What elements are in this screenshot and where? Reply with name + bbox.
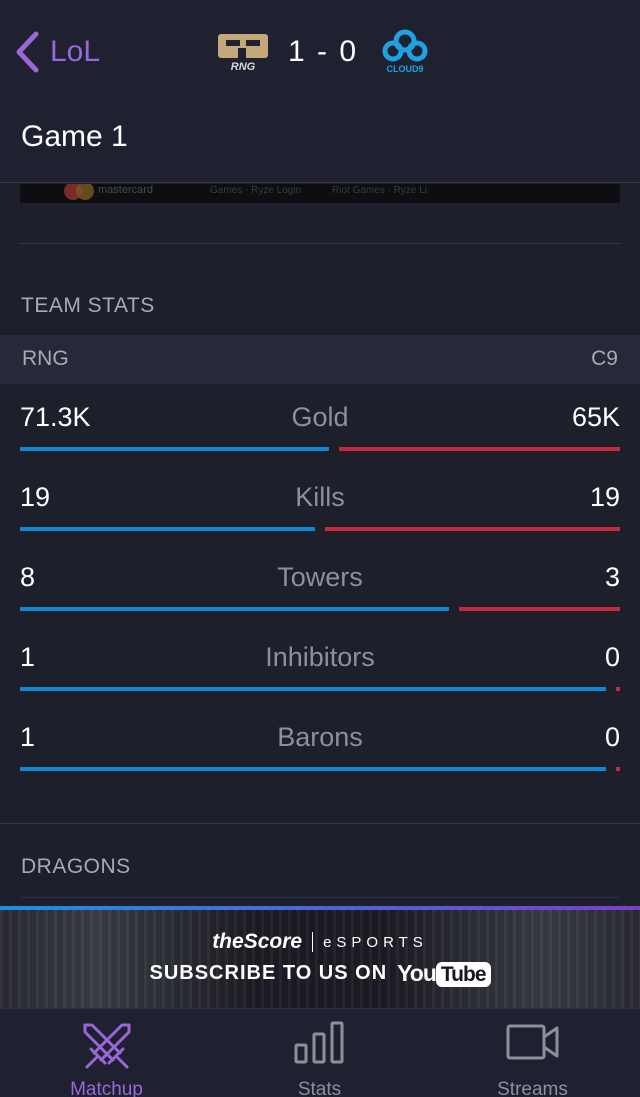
stat-label: Kills — [295, 482, 345, 512]
stat-right-value: 3 — [604, 562, 620, 592]
youtube-logo: You Tube — [397, 960, 491, 987]
stat-bar-left — [20, 447, 329, 451]
divider — [20, 897, 620, 898]
stat-bar-right — [325, 527, 620, 531]
ad-snippet-1: Games - Ryze Login — [210, 185, 302, 196]
chevron-left-icon — [16, 31, 39, 73]
back-label: LoL — [50, 35, 101, 68]
bottom-tab-bar: Matchup Stats Streams — [0, 1008, 640, 1097]
stat-bar-right — [616, 687, 620, 691]
tab-stats-label: Stats — [297, 1079, 342, 1097]
tab-matchup[interactable]: Matchup — [0, 1009, 213, 1097]
svg-text:RNG: RNG — [231, 61, 256, 72]
ad-strip[interactable]: mastercard Games - Ryze Login Riot Games… — [20, 184, 620, 203]
tab-stats[interactable]: Stats — [213, 1009, 426, 1097]
stat-label: Gold — [291, 402, 349, 432]
ad-brand-text: mastercard — [98, 184, 154, 196]
team-right-name: C9 — [591, 347, 618, 370]
stat-bar-left — [20, 607, 449, 611]
subscribe-text: SUBSCRIBE TO US ON — [149, 962, 388, 984]
banner-brand: theScore eSPORTS — [0, 930, 640, 954]
stat-bar-right — [616, 767, 620, 771]
mastercard-orange-circle-icon — [76, 184, 94, 200]
brand-separator — [312, 932, 314, 952]
esports-label: eSPORTS — [323, 933, 428, 951]
tab-streams[interactable]: Streams — [426, 1009, 639, 1097]
tab-matchup-label: Matchup — [70, 1079, 143, 1097]
stat-bar-left — [20, 687, 606, 691]
divider — [20, 243, 620, 244]
stat-label: Inhibitors — [265, 642, 375, 672]
ad-snippet-2: Riot Games - Ryze Li — [332, 185, 428, 196]
team-left-name: RNG — [22, 347, 69, 370]
stat-label: Towers — [277, 562, 363, 592]
subscribe-banner[interactable]: theScore eSPORTS SUBSCRIBE TO US ON You T… — [0, 906, 640, 1008]
cloud9-logo-icon[interactable]: CLOUD9 — [380, 29, 430, 75]
rng-logo-icon[interactable]: RNG — [216, 32, 270, 72]
stat-bar-left — [20, 767, 606, 771]
stat-right-value: 19 — [589, 482, 620, 512]
stat-row-towers: 8 Towers 3 — [0, 544, 640, 624]
stat-row-kills: 19 Kills 19 — [0, 464, 640, 544]
divider — [0, 823, 640, 824]
stat-right-value: 0 — [604, 642, 620, 672]
stat-bar-right — [459, 607, 620, 611]
stat-row-barons: 1 Barons 0 — [0, 704, 640, 784]
banner-background-image — [0, 910, 640, 1008]
match-score: RNG 1 - 0 CLOUD9 — [216, 26, 430, 78]
score-text: 1 - 0 — [288, 35, 359, 68]
banner-accent-stripe — [0, 906, 640, 910]
bar-chart-icon — [294, 1021, 343, 1064]
team-stats-heading: TEAM STATS — [21, 294, 155, 317]
tab-streams-label: Streams — [497, 1079, 568, 1097]
header-bar: LoL RNG 1 - 0 CLOUD9 Game 1 — [0, 0, 640, 183]
svg-text:CLOUD9: CLOUD9 — [387, 64, 424, 74]
thescore-logo: theScore — [212, 930, 303, 953]
stat-right-value: 0 — [604, 722, 620, 752]
video-camera-icon — [506, 1024, 558, 1060]
youtube-tube-text: Tube — [435, 962, 491, 987]
subscribe-line: SUBSCRIBE TO US ON You Tube — [0, 960, 640, 987]
youtube-you-text: You — [397, 960, 437, 986]
team-names-row: RNG C9 — [0, 335, 640, 384]
dragons-heading: DRAGONS — [21, 855, 131, 878]
crossed-swords-icon — [83, 1023, 130, 1069]
stat-row-gold: 71.3K Gold 65K — [0, 384, 640, 464]
stat-right-value: 65K — [571, 402, 620, 432]
stat-row-inhibitors: 1 Inhibitors 0 — [0, 624, 640, 704]
stat-bar-right — [339, 447, 620, 451]
back-button[interactable]: LoL — [14, 26, 100, 78]
stat-label: Barons — [277, 722, 363, 752]
page-title: Game 1 — [21, 120, 128, 153]
stat-bar-left — [20, 527, 315, 531]
